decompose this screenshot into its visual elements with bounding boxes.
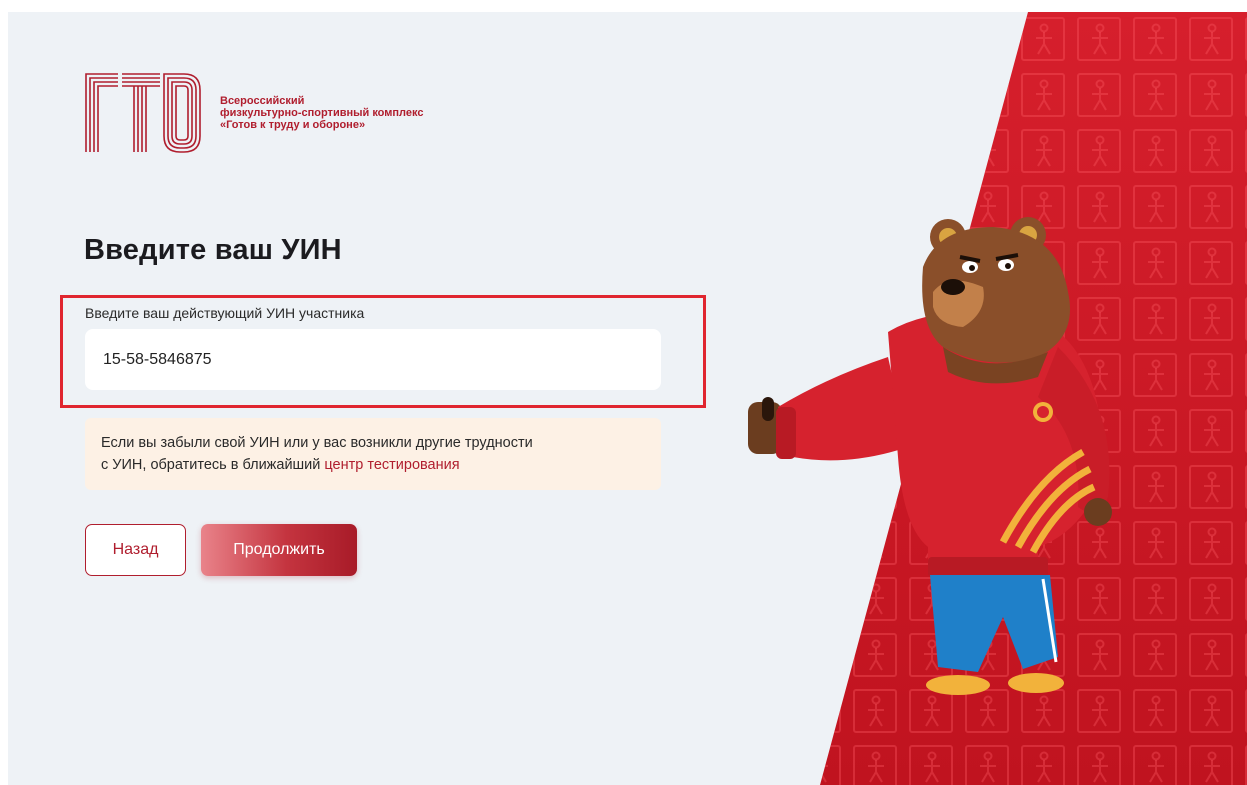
help-note: Если вы забыли свой УИН или у вас возник… (85, 418, 661, 490)
back-button[interactable]: Назад (85, 524, 186, 576)
logo-caption-line-1: Всероссийский (220, 95, 305, 107)
bear-mascot-icon (748, 217, 1112, 695)
help-note-line-2-text: с УИН, обратитесь в ближайший (101, 457, 325, 473)
page-title: Введите ваш УИН (84, 234, 342, 266)
page: Всероссийский физкультурно-спортивный ко… (8, 12, 1247, 785)
gto-logo[interactable]: Всероссийский физкультурно-спортивный ко… (84, 72, 423, 154)
help-note-line-2: с УИН, обратитесь в ближайший центр тест… (101, 454, 645, 476)
help-note-line-1: Если вы забыли свой УИН или у вас возник… (101, 435, 533, 451)
testing-center-link[interactable]: центр тестирования (324, 457, 459, 473)
gto-logo-icon (85, 73, 201, 153)
continue-button[interactable]: Продолжить (201, 524, 357, 576)
logo-caption: Всероссийский физкультурно-спортивный ко… (220, 95, 423, 131)
uin-input[interactable] (85, 329, 661, 390)
logo-caption-line-2: физкультурно-спортивный комплекс (220, 107, 424, 119)
uin-field-label: Введите ваш действующий УИН участника (85, 305, 365, 321)
logo-caption-line-3: «Готов к труду и обороне» (220, 119, 366, 131)
